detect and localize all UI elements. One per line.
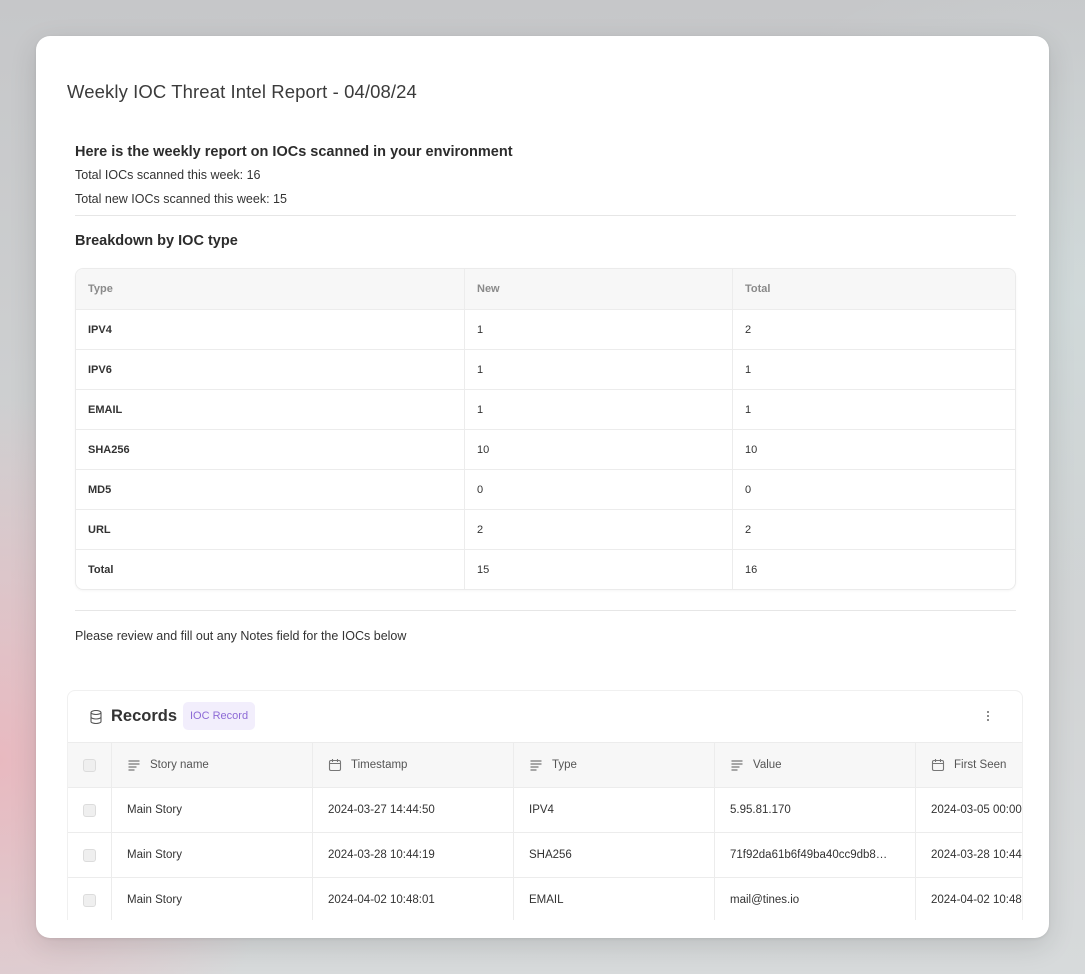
total-cell: 2: [732, 510, 1015, 549]
new-cell: 1: [464, 390, 732, 429]
type-cell: URL: [88, 523, 111, 536]
select-all-checkbox[interactable]: [83, 758, 96, 772]
total-cell: 1: [732, 350, 1015, 389]
total-cell: 0: [732, 470, 1015, 509]
table-row: URL 2 2: [76, 509, 1015, 549]
record-type-badge: IOC Record: [183, 702, 256, 730]
column-label: First Seen: [954, 759, 1007, 771]
timestamp-cell[interactable]: 2024-04-02 10:48:01: [312, 878, 513, 920]
first-seen-cell[interactable]: 2024-04-02 10:48: [915, 878, 1022, 920]
new-cell: 10: [464, 430, 732, 469]
type-cell: EMAIL: [88, 403, 123, 416]
new-cell: 15: [464, 550, 732, 589]
row-select-cell: [68, 878, 111, 920]
row-select-cell: [68, 833, 111, 877]
table-row: IPV4 1 2: [76, 309, 1015, 349]
calendar-icon: [931, 759, 945, 772]
value-cell[interactable]: 5.95.81.170: [714, 788, 915, 832]
total-cell: 1: [732, 390, 1015, 429]
type-cell: SHA256: [88, 443, 130, 456]
new-cell: 1: [464, 350, 732, 389]
column-label: Story name: [150, 759, 209, 771]
row-select-cell: [68, 788, 111, 832]
table-row: SHA256 10 10: [76, 429, 1015, 469]
divider: [75, 610, 1016, 611]
table-total-row: Total 15 16: [76, 549, 1015, 589]
type-cell[interactable]: EMAIL: [513, 878, 714, 920]
total-cell: 2: [732, 310, 1015, 349]
column-label: Timestamp: [351, 759, 408, 771]
breakdown-table: Type New Total IPV4 1 2 IPV6 1 1 EMAIL 1…: [75, 268, 1016, 590]
value-cell[interactable]: mail@tines.io: [714, 878, 915, 920]
column-header-type[interactable]: Type: [513, 743, 714, 787]
table-header-row: Type New Total: [76, 269, 1015, 309]
story-name-cell[interactable]: Main Story: [111, 788, 312, 832]
row-checkbox[interactable]: [83, 803, 96, 817]
type-cell: IPV6: [88, 363, 112, 376]
type-cell: MD5: [88, 483, 112, 496]
column-header-new: New: [464, 269, 732, 309]
timestamp-cell[interactable]: 2024-03-27 14:44:50: [312, 788, 513, 832]
table-row: MD5 0 0: [76, 469, 1015, 509]
type-cell[interactable]: SHA256: [513, 833, 714, 877]
records-header-row: Story name Timestamp Type Value First Se…: [68, 742, 1022, 787]
first-seen-cell[interactable]: 2024-03-05 00:00: [915, 788, 1022, 832]
table-row[interactable]: Main Story 2024-03-28 10:44:19 SHA256 71…: [68, 832, 1022, 877]
value-cell[interactable]: 71f92da61b6f49ba40cc9db8…: [714, 833, 915, 877]
total-new-text: Total new IOCs scanned this week: 15: [75, 192, 287, 206]
select-all-cell: [68, 743, 111, 787]
story-name-cell[interactable]: Main Story: [111, 878, 312, 920]
value-text: 71f92da61b6f49ba40cc9db8…: [730, 849, 888, 861]
new-cell: 1: [464, 310, 732, 349]
review-instructions: Please review and fill out any Notes fie…: [75, 629, 407, 643]
records-panel: Records IOC Record Story name Timestamp: [67, 690, 1023, 920]
text-lines-icon: [530, 760, 542, 771]
value-text: 5.95.81.170: [730, 804, 791, 816]
type-cell: IPV4: [88, 323, 112, 336]
report-body: Here is the weekly report on IOCs scanne…: [75, 143, 1016, 644]
records-header: Records IOC Record: [68, 691, 1022, 742]
column-header-value[interactable]: Value: [714, 743, 915, 787]
new-cell: 2: [464, 510, 732, 549]
total-cell: 16: [732, 550, 1015, 589]
column-header-total: Total: [732, 269, 1015, 309]
page-title: Weekly IOC Threat Intel Report - 04/08/2…: [67, 81, 417, 102]
table-row[interactable]: Main Story 2024-03-27 14:44:50 IPV4 5.95…: [68, 787, 1022, 832]
column-label: Value: [753, 759, 782, 771]
more-options-icon[interactable]: [984, 708, 992, 724]
type-cell: Total: [88, 563, 114, 576]
total-scanned-text: Total IOCs scanned this week: 16: [75, 168, 261, 182]
column-header-first-seen[interactable]: First Seen: [915, 743, 1022, 787]
text-lines-icon: [731, 760, 743, 771]
calendar-icon: [328, 759, 342, 772]
story-name-cell[interactable]: Main Story: [111, 833, 312, 877]
breakdown-title: Breakdown by IOC type: [75, 233, 238, 249]
divider: [75, 215, 1016, 216]
records-title: Records: [111, 707, 178, 725]
column-header-timestamp[interactable]: Timestamp: [312, 743, 513, 787]
row-checkbox[interactable]: [83, 848, 96, 862]
records-table: Story name Timestamp Type Value First Se…: [68, 742, 1022, 920]
table-row: IPV6 1 1: [76, 349, 1015, 389]
value-text: mail@tines.io: [730, 894, 800, 906]
database-icon: [90, 710, 102, 724]
table-row: EMAIL 1 1: [76, 389, 1015, 429]
table-row[interactable]: Main Story 2024-04-02 10:48:01 EMAIL mai…: [68, 877, 1022, 920]
row-checkbox[interactable]: [83, 893, 96, 907]
type-cell[interactable]: IPV4: [513, 788, 714, 832]
column-label: Type: [552, 759, 577, 771]
total-cell: 10: [732, 430, 1015, 469]
report-card: Weekly IOC Threat Intel Report - 04/08/2…: [36, 36, 1049, 938]
column-header-story-name[interactable]: Story name: [111, 743, 312, 787]
new-cell: 0: [464, 470, 732, 509]
text-lines-icon: [128, 760, 140, 771]
first-seen-cell[interactable]: 2024-03-28 10:44: [915, 833, 1022, 877]
report-heading: Here is the weekly report on IOCs scanne…: [75, 144, 513, 160]
column-header-type: Type: [88, 283, 113, 295]
timestamp-cell[interactable]: 2024-03-28 10:44:19: [312, 833, 513, 877]
